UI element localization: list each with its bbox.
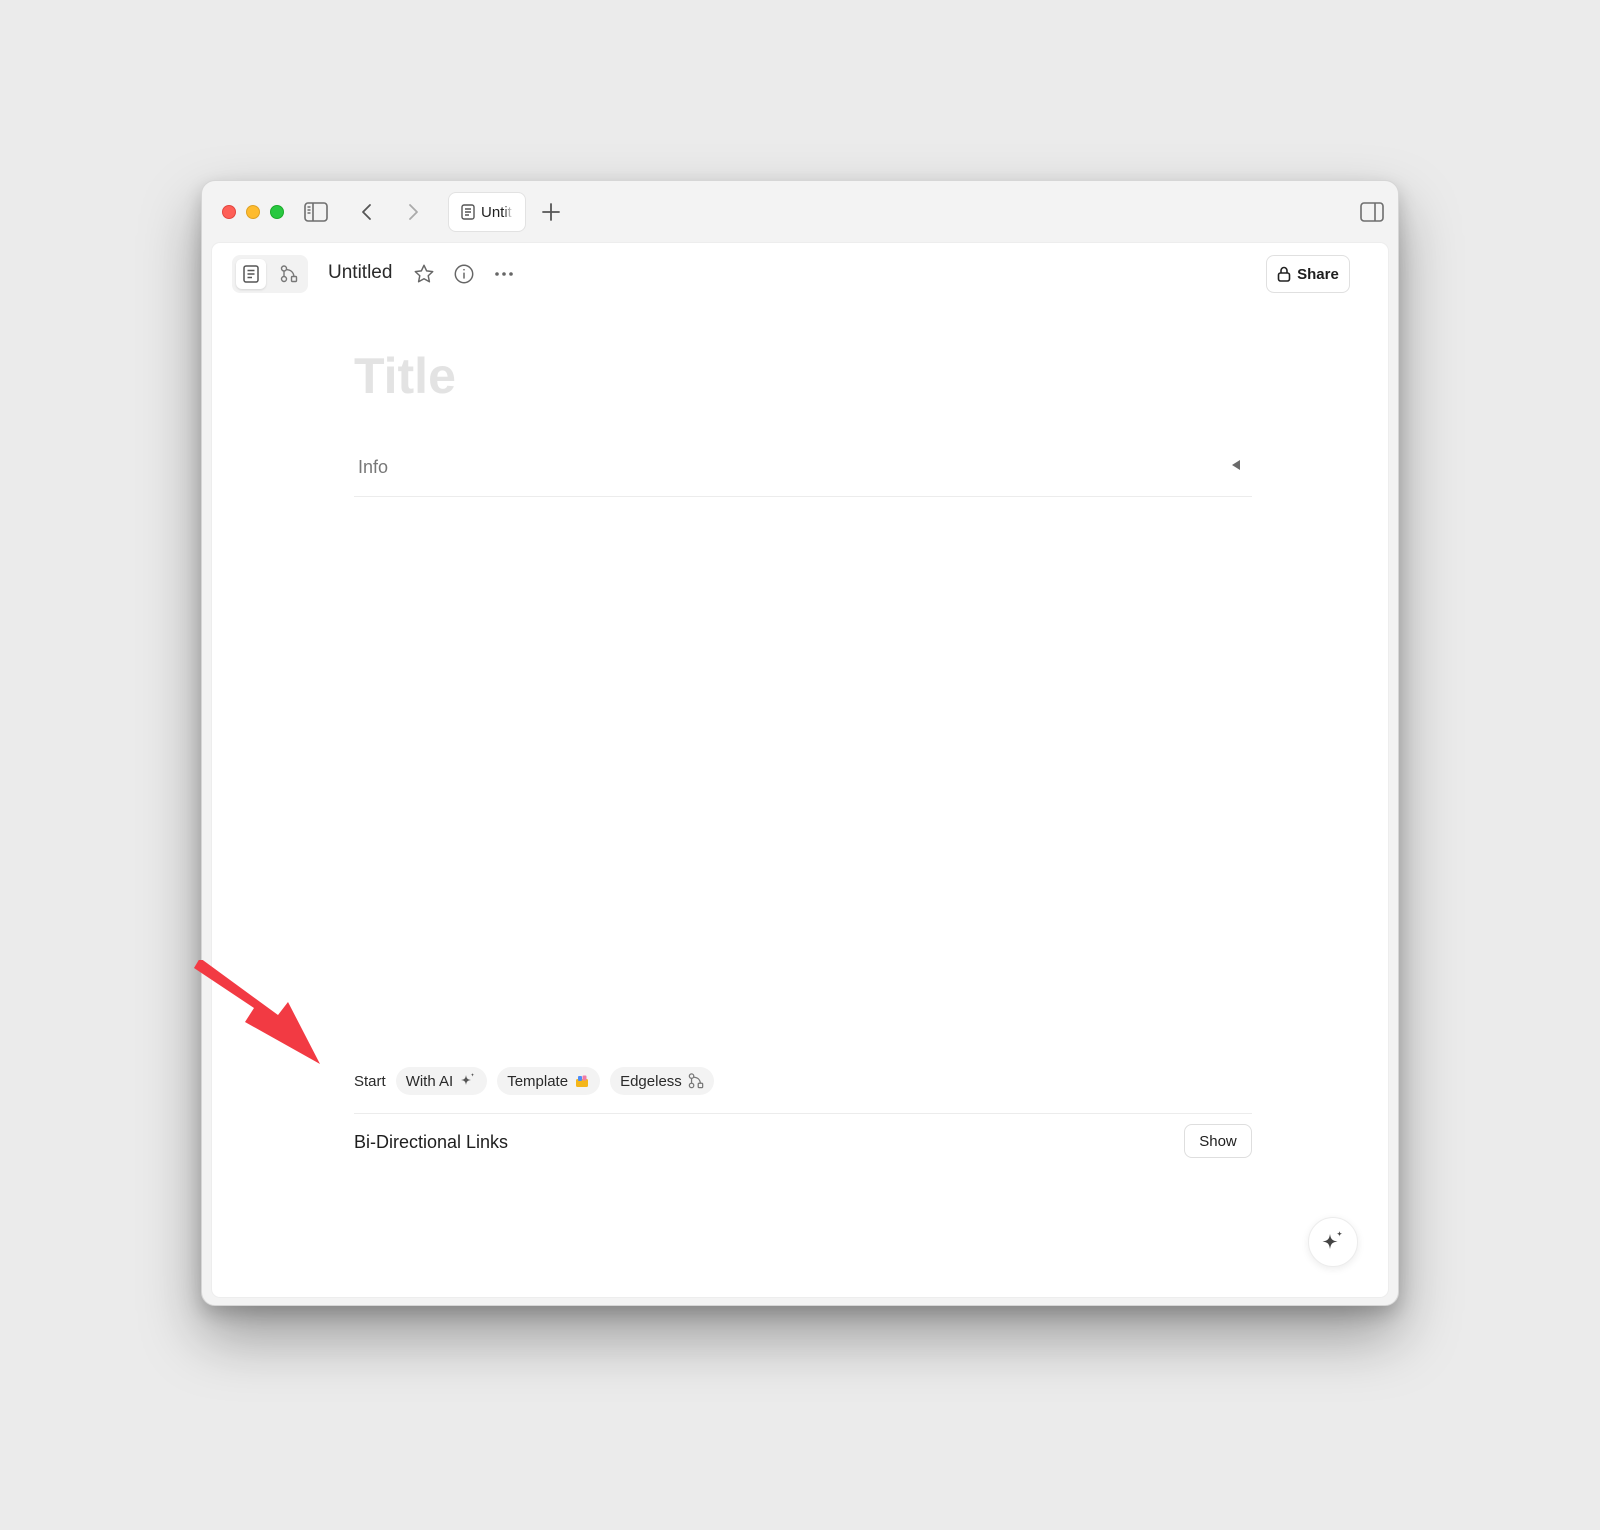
- sidebar-toggle-icon[interactable]: [303, 199, 329, 225]
- document-title[interactable]: Untitled: [328, 262, 392, 284]
- lock-icon: [1277, 266, 1291, 282]
- start-label: Start: [354, 1072, 386, 1090]
- edgeless-mode-button[interactable]: [274, 259, 304, 289]
- tab-label: Untit: [481, 203, 512, 221]
- page-icon: [461, 204, 475, 220]
- title-bar: Untit: [202, 181, 1398, 243]
- show-links-button[interactable]: Show: [1184, 1124, 1252, 1158]
- share-button[interactable]: Share: [1266, 255, 1350, 293]
- forward-arrow-icon[interactable]: [400, 199, 426, 225]
- page-mode-button[interactable]: [236, 259, 266, 289]
- edgeless-button[interactable]: Edgeless: [610, 1067, 714, 1095]
- favorite-star-icon[interactable]: [410, 260, 438, 288]
- right-sidebar-toggle-icon[interactable]: [1358, 199, 1386, 225]
- with-ai-label: With AI: [405, 1072, 454, 1090]
- ai-assistant-button[interactable]: [1308, 1217, 1358, 1267]
- page-mode-icon: [243, 265, 259, 283]
- ai-sparkle-icon: [1320, 1229, 1346, 1255]
- more-options-icon[interactable]: [490, 260, 518, 288]
- app-window: Untit Untitled Share Title Info Start Wi…: [201, 180, 1399, 1306]
- edgeless-mode-icon: [280, 265, 298, 283]
- info-section[interactable]: Info: [354, 441, 1252, 497]
- info-circle-icon[interactable]: [450, 260, 478, 288]
- sparkle-icon: [459, 1072, 477, 1090]
- start-options: Start With AI Template Edgeless: [354, 1067, 714, 1095]
- edgeless-label: Edgeless: [620, 1072, 682, 1090]
- maximize-window-button[interactable]: [270, 205, 284, 219]
- new-tab-plus-icon[interactable]: [538, 199, 564, 225]
- with-ai-button[interactable]: With AI: [395, 1067, 488, 1095]
- document-area: Untitled Share Title Info Start With AI …: [212, 243, 1388, 1297]
- minimize-window-button[interactable]: [246, 205, 260, 219]
- bidirectional-links-label: Bi-Directional Links: [354, 1132, 509, 1152]
- tab-untitled[interactable]: Untit: [448, 192, 526, 232]
- bidirectional-links-section: Bi-Directional Links Show: [354, 1113, 1252, 1165]
- template-label: Template: [507, 1072, 569, 1090]
- back-arrow-icon[interactable]: [354, 199, 380, 225]
- annotation-arrow-icon: [194, 960, 320, 1064]
- mode-switch: [232, 255, 308, 293]
- template-button[interactable]: Template: [497, 1067, 601, 1095]
- collapse-caret-icon[interactable]: [1232, 460, 1240, 470]
- template-icon: [574, 1073, 590, 1089]
- share-label: Share: [1297, 265, 1339, 283]
- title-input[interactable]: Title: [354, 347, 456, 405]
- edgeless-icon: [688, 1073, 704, 1089]
- info-label: Info: [358, 457, 389, 477]
- close-window-button[interactable]: [222, 205, 236, 219]
